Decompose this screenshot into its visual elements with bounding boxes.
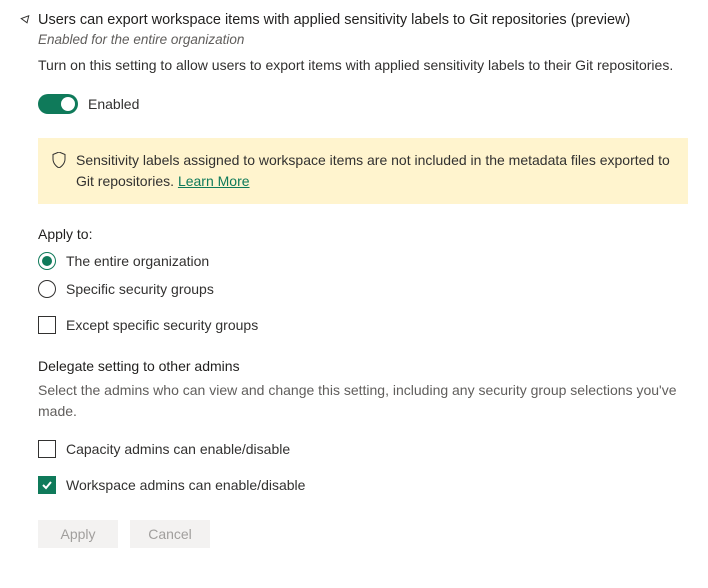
shield-icon xyxy=(52,152,66,174)
info-text: Sensitivity labels assigned to workspace… xyxy=(76,152,670,189)
enable-toggle[interactable] xyxy=(38,94,78,114)
checkbox-capacity-admins[interactable]: Capacity admins can enable/disable xyxy=(38,440,688,458)
setting-title: Users can export workspace items with ap… xyxy=(38,10,688,30)
checkbox-label: Capacity admins can enable/disable xyxy=(66,441,290,457)
apply-button[interactable]: Apply xyxy=(38,520,118,548)
setting-description: Turn on this setting to allow users to e… xyxy=(38,55,688,76)
checkbox-icon xyxy=(38,476,56,494)
radio-icon xyxy=(38,252,56,270)
delegate-title: Delegate setting to other admins xyxy=(38,358,688,374)
expand-icon[interactable] xyxy=(20,13,32,29)
checkbox-icon xyxy=(38,440,56,458)
radio-label: Specific security groups xyxy=(66,281,214,297)
cancel-button[interactable]: Cancel xyxy=(130,520,210,548)
checkbox-except-groups[interactable]: Except specific security groups xyxy=(38,316,688,334)
info-banner: Sensitivity labels assigned to workspace… xyxy=(38,138,688,204)
delegate-description: Select the admins who can view and chang… xyxy=(38,380,688,422)
checkbox-label: Except specific security groups xyxy=(66,317,258,333)
learn-more-link[interactable]: Learn More xyxy=(178,173,250,189)
radio-entire-org[interactable]: The entire organization xyxy=(38,252,688,270)
radio-icon xyxy=(38,280,56,298)
apply-to-label: Apply to: xyxy=(38,226,688,242)
checkbox-label: Workspace admins can enable/disable xyxy=(66,477,305,493)
radio-label: The entire organization xyxy=(66,253,209,269)
checkbox-icon xyxy=(38,316,56,334)
radio-specific-groups[interactable]: Specific security groups xyxy=(38,280,688,298)
setting-scope: Enabled for the entire organization xyxy=(38,32,688,47)
checkbox-workspace-admins[interactable]: Workspace admins can enable/disable xyxy=(38,476,688,494)
toggle-label: Enabled xyxy=(88,96,139,112)
